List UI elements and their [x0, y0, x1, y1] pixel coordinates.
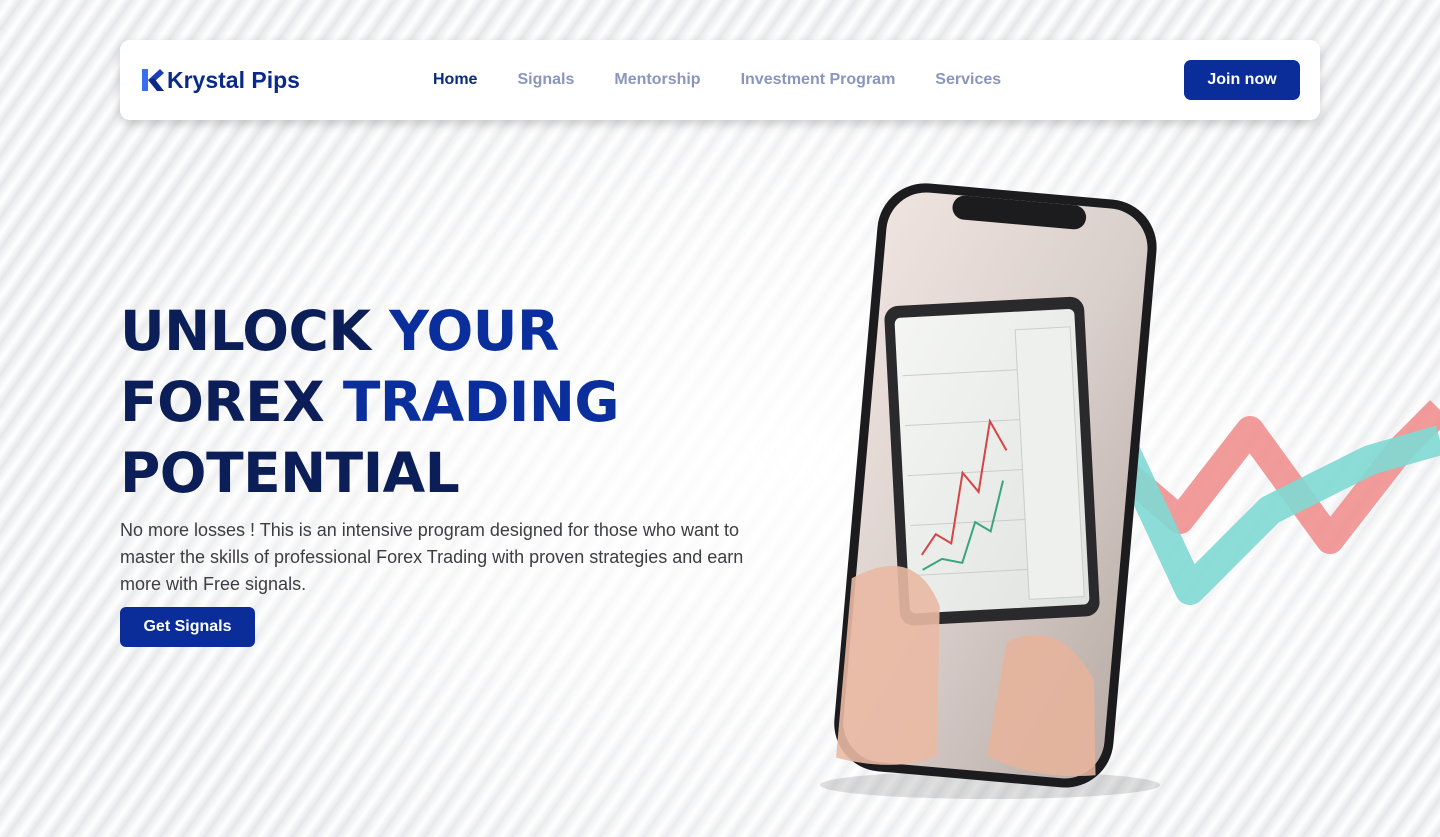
top-navbar: Krystal Pips Home Signals Mentorship Inv… [120, 40, 1320, 120]
nav-item-home[interactable]: Home [433, 71, 477, 89]
get-signals-button[interactable]: Get Signals [120, 607, 255, 647]
hero-title-line1-a: UNLOCK [120, 299, 390, 363]
nav-item-mentorship[interactable]: Mentorship [614, 71, 700, 89]
hero-title-line2-a: FOREX [120, 370, 343, 434]
nav-item-signals[interactable]: Signals [517, 71, 574, 89]
brand-logo[interactable]: Krystal Pips [140, 64, 300, 96]
hero-title: UNLOCK YOUR FOREX TRADING POTENTIAL [120, 296, 620, 509]
hero-description: No more losses ! This is an intensive pr… [120, 520, 744, 594]
hero-title-line2-b: TRADING [342, 370, 620, 434]
nav-item-investment-program[interactable]: Investment Program [741, 71, 896, 89]
hero-title-line3: POTENTIAL [120, 441, 460, 505]
hero-title-line1-b: YOUR [389, 299, 559, 363]
phone-mockup [800, 170, 1180, 810]
join-now-button[interactable]: Join now [1184, 60, 1300, 100]
nav-links: Home Signals Mentorship Investment Progr… [433, 40, 1001, 120]
brand-name: Krystal Pips [167, 66, 300, 93]
k-logo-icon [142, 69, 164, 91]
nav-item-services[interactable]: Services [935, 71, 1001, 89]
